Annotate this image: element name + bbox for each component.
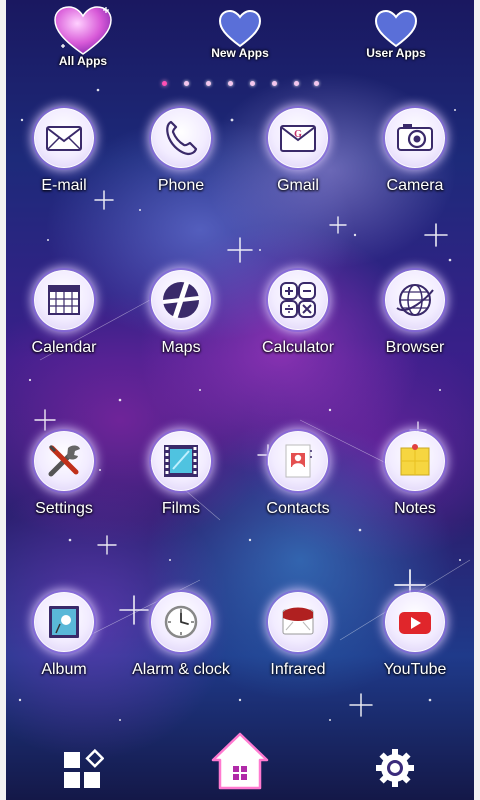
- app-infrared[interactable]: Infrared: [243, 592, 353, 680]
- tab-user-apps[interactable]: User Apps: [346, 10, 446, 60]
- app-label: Notes: [394, 500, 436, 517]
- app-drawer-button[interactable]: [62, 748, 105, 795]
- app-label: Alarm & clock: [132, 661, 230, 678]
- app-camera[interactable]: Camera: [360, 108, 470, 196]
- page-dot: [206, 81, 211, 86]
- tab-label: User Apps: [366, 46, 426, 60]
- tab-label: New Apps: [211, 46, 269, 60]
- app-label: Maps: [161, 339, 201, 356]
- app-email[interactable]: E-mail: [9, 108, 119, 196]
- home-button[interactable]: [210, 730, 270, 795]
- app-label: Settings: [35, 500, 93, 517]
- camera-icon: [385, 108, 445, 168]
- page-dot-active: [162, 81, 167, 86]
- tab-new-apps[interactable]: New Apps: [190, 10, 290, 60]
- page-dot: [314, 81, 319, 86]
- page-dot: [294, 81, 299, 86]
- page-dot: [228, 81, 233, 86]
- app-drawer-grid-icon: [64, 748, 105, 788]
- heart-icon: [54, 6, 112, 55]
- contact-card-icon: [268, 431, 328, 491]
- calculator-icon: [268, 270, 328, 330]
- globe-icon: [385, 270, 445, 330]
- tab-label: All Apps: [58, 54, 108, 68]
- tab-all-apps[interactable]: All Apps: [33, 6, 133, 68]
- app-label: YouTube: [383, 661, 447, 678]
- photo-album-icon: [34, 592, 94, 652]
- app-notes[interactable]: Notes: [360, 431, 470, 519]
- app-browser[interactable]: Browser: [360, 270, 470, 358]
- gmail-envelope-icon: G: [268, 108, 328, 168]
- app-label: Films: [161, 500, 201, 517]
- page-indicator: [158, 80, 324, 88]
- app-maps[interactable]: Maps: [126, 270, 236, 358]
- app-label: Camera: [386, 177, 444, 194]
- app-label: Album: [41, 661, 87, 678]
- app-album[interactable]: Album: [9, 592, 119, 680]
- app-calculator[interactable]: Calculator: [243, 270, 353, 358]
- app-settings[interactable]: Settings: [9, 431, 119, 519]
- film-strip-icon: [151, 431, 211, 491]
- app-contacts[interactable]: Contacts: [243, 431, 353, 519]
- left-frame-edge: [0, 0, 6, 800]
- home-icon: [211, 732, 269, 790]
- calendar-icon: [34, 270, 94, 330]
- clock-icon: [151, 592, 211, 652]
- infrared-icon: [268, 592, 328, 652]
- sticky-note-icon: [385, 431, 445, 491]
- page-dot: [272, 81, 277, 86]
- app-label: Calendar: [31, 339, 97, 356]
- app-label: Infrared: [270, 661, 326, 678]
- app-alarm-clock[interactable]: Alarm & clock: [126, 592, 236, 680]
- page-dot: [184, 81, 189, 86]
- app-youtube[interactable]: YouTube: [360, 592, 470, 680]
- envelope-icon: [34, 108, 94, 168]
- bottom-dock: [0, 730, 480, 800]
- map-road-icon: [151, 270, 211, 330]
- youtube-play-icon: [385, 592, 445, 652]
- app-films[interactable]: Films: [126, 431, 236, 519]
- settings-button[interactable]: [375, 748, 415, 793]
- app-calendar[interactable]: Calendar: [9, 270, 119, 358]
- right-frame-edge: [474, 0, 480, 800]
- phone-handset-icon: [151, 108, 211, 168]
- heart-outline-icon: [374, 10, 418, 48]
- app-label: E-mail: [41, 177, 87, 194]
- app-label: Contacts: [266, 500, 330, 517]
- page-dot: [250, 81, 255, 86]
- svg-text:G: G: [294, 129, 302, 140]
- settings-gear-icon: [376, 749, 414, 787]
- heart-outline-icon: [218, 10, 262, 48]
- app-phone[interactable]: Phone: [126, 108, 236, 196]
- app-label: Calculator: [261, 339, 335, 356]
- app-label: Phone: [157, 177, 205, 194]
- app-label: Gmail: [277, 177, 319, 194]
- app-label: Browser: [385, 339, 445, 356]
- wrench-screwdriver-icon: [34, 431, 94, 491]
- app-gmail[interactable]: G Gmail: [243, 108, 353, 196]
